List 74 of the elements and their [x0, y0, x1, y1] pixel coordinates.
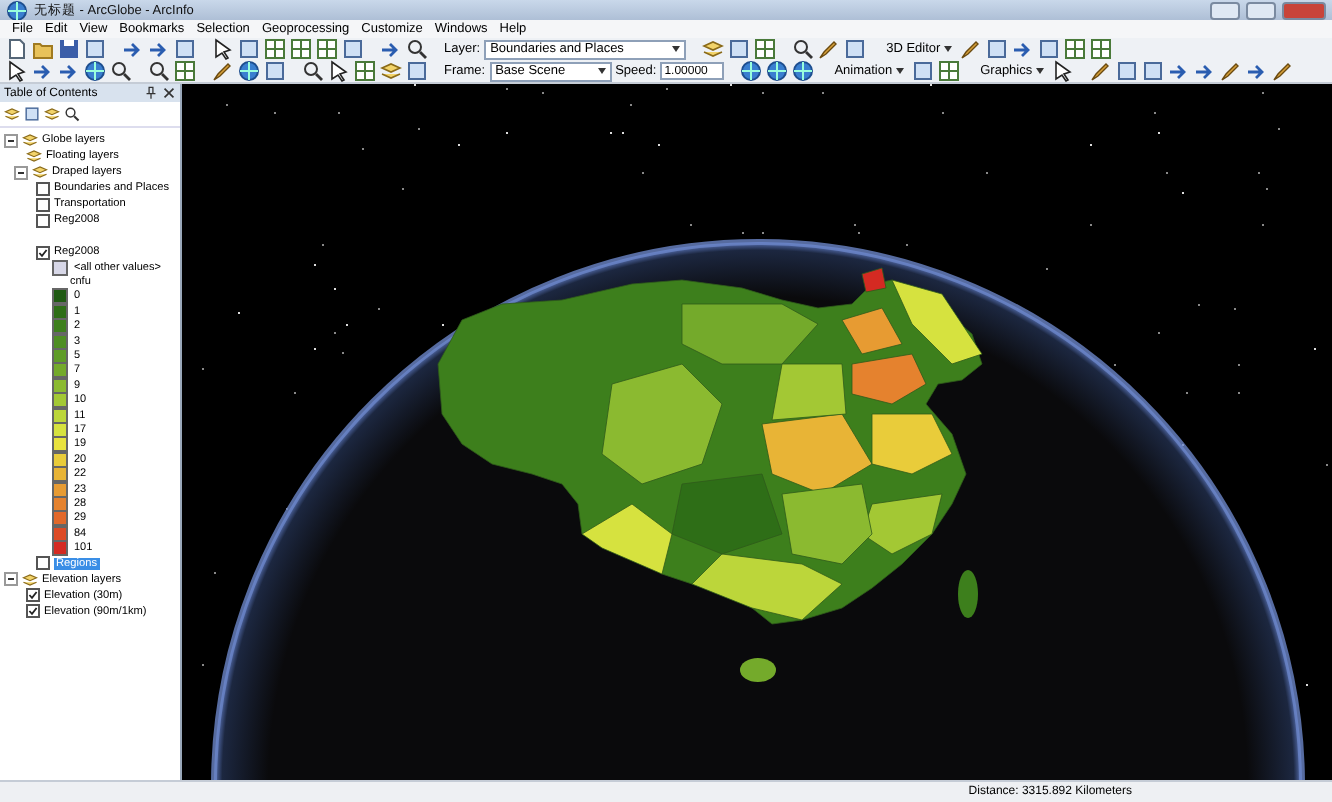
collapse-button[interactable] — [4, 572, 18, 587]
close-icon[interactable] — [162, 86, 176, 100]
layers-icon[interactable] — [4, 106, 20, 122]
collapse-button[interactable] — [4, 133, 18, 147]
square-icon[interactable] — [912, 60, 935, 82]
arrow-icon[interactable] — [58, 60, 80, 82]
arrow-icon[interactable] — [380, 38, 402, 60]
globe-icon[interactable] — [84, 60, 106, 82]
arrow-icon[interactable] — [1246, 60, 1269, 82]
legend-swatch — [52, 259, 68, 276]
square-icon[interactable] — [24, 106, 40, 122]
arrow-icon[interactable] — [122, 38, 144, 60]
square-icon[interactable] — [406, 60, 428, 82]
app-icon — [6, 0, 28, 21]
arrow-icon[interactable] — [32, 60, 54, 82]
square-icon[interactable] — [84, 38, 106, 60]
square-icon[interactable] — [342, 38, 364, 60]
arrow-icon[interactable] — [148, 38, 170, 60]
pointer-icon[interactable] — [6, 60, 28, 82]
caret-icon — [672, 46, 681, 52]
layer-checkbox[interactable] — [36, 556, 50, 571]
grid-icon[interactable] — [264, 38, 286, 60]
search-icon[interactable] — [148, 60, 170, 82]
caret-icon — [896, 68, 905, 74]
caret-icon — [944, 46, 953, 52]
pointer-icon[interactable] — [1052, 60, 1075, 82]
layer-checkbox[interactable] — [36, 245, 50, 259]
square-icon[interactable] — [174, 38, 196, 60]
layer-checkbox[interactable] — [26, 604, 40, 619]
minimize-button[interactable] — [1210, 1, 1240, 19]
globe-icon[interactable] — [238, 60, 260, 82]
layer-checkbox[interactable] — [26, 588, 40, 603]
globe-icon[interactable] — [766, 60, 789, 82]
collapse-button[interactable] — [14, 165, 28, 179]
layer-checkbox[interactable] — [36, 181, 50, 195]
arrow-icon[interactable] — [1168, 60, 1191, 82]
close-button[interactable] — [1282, 1, 1326, 19]
layer-checkbox[interactable] — [36, 197, 50, 211]
grid-icon[interactable] — [938, 60, 961, 82]
search-icon[interactable] — [792, 38, 815, 60]
search-icon[interactable] — [110, 60, 132, 82]
search-icon[interactable] — [64, 106, 80, 122]
square-icon[interactable] — [238, 38, 260, 60]
square-icon[interactable] — [728, 38, 751, 60]
globe-icon[interactable] — [740, 60, 763, 82]
grid-icon[interactable] — [316, 38, 338, 60]
pointer-icon[interactable] — [328, 60, 350, 82]
layer-checkbox[interactable] — [36, 213, 50, 227]
square-icon[interactable] — [1116, 60, 1139, 82]
caret-icon — [1036, 68, 1045, 74]
grid-icon[interactable] — [354, 60, 376, 82]
grid-icon[interactable] — [1090, 38, 1113, 60]
layers-icon[interactable] — [702, 38, 725, 60]
pointer-icon[interactable] — [212, 38, 234, 60]
arrow-icon[interactable] — [1012, 38, 1035, 60]
arrow-icon[interactable] — [1194, 60, 1217, 82]
grid-icon[interactable] — [174, 60, 196, 82]
square-icon[interactable] — [264, 60, 286, 82]
grid-icon[interactable] — [754, 38, 777, 60]
square-icon[interactable] — [844, 38, 867, 60]
search-icon[interactable] — [302, 60, 324, 82]
globe-icon[interactable] — [792, 60, 815, 82]
pin-icon[interactable] — [144, 86, 158, 100]
square-icon[interactable] — [986, 38, 1009, 60]
maximize-button[interactable] — [1246, 1, 1276, 19]
layers-icon[interactable] — [44, 106, 60, 122]
grid-icon[interactable] — [290, 38, 312, 60]
grid-icon[interactable] — [1064, 38, 1087, 60]
caret-icon — [597, 68, 606, 74]
search-icon[interactable] — [406, 38, 428, 60]
square-icon[interactable] — [1142, 60, 1165, 82]
layers-icon[interactable] — [380, 60, 402, 82]
layers-icon — [22, 571, 38, 588]
square-icon[interactable] — [1038, 38, 1061, 60]
